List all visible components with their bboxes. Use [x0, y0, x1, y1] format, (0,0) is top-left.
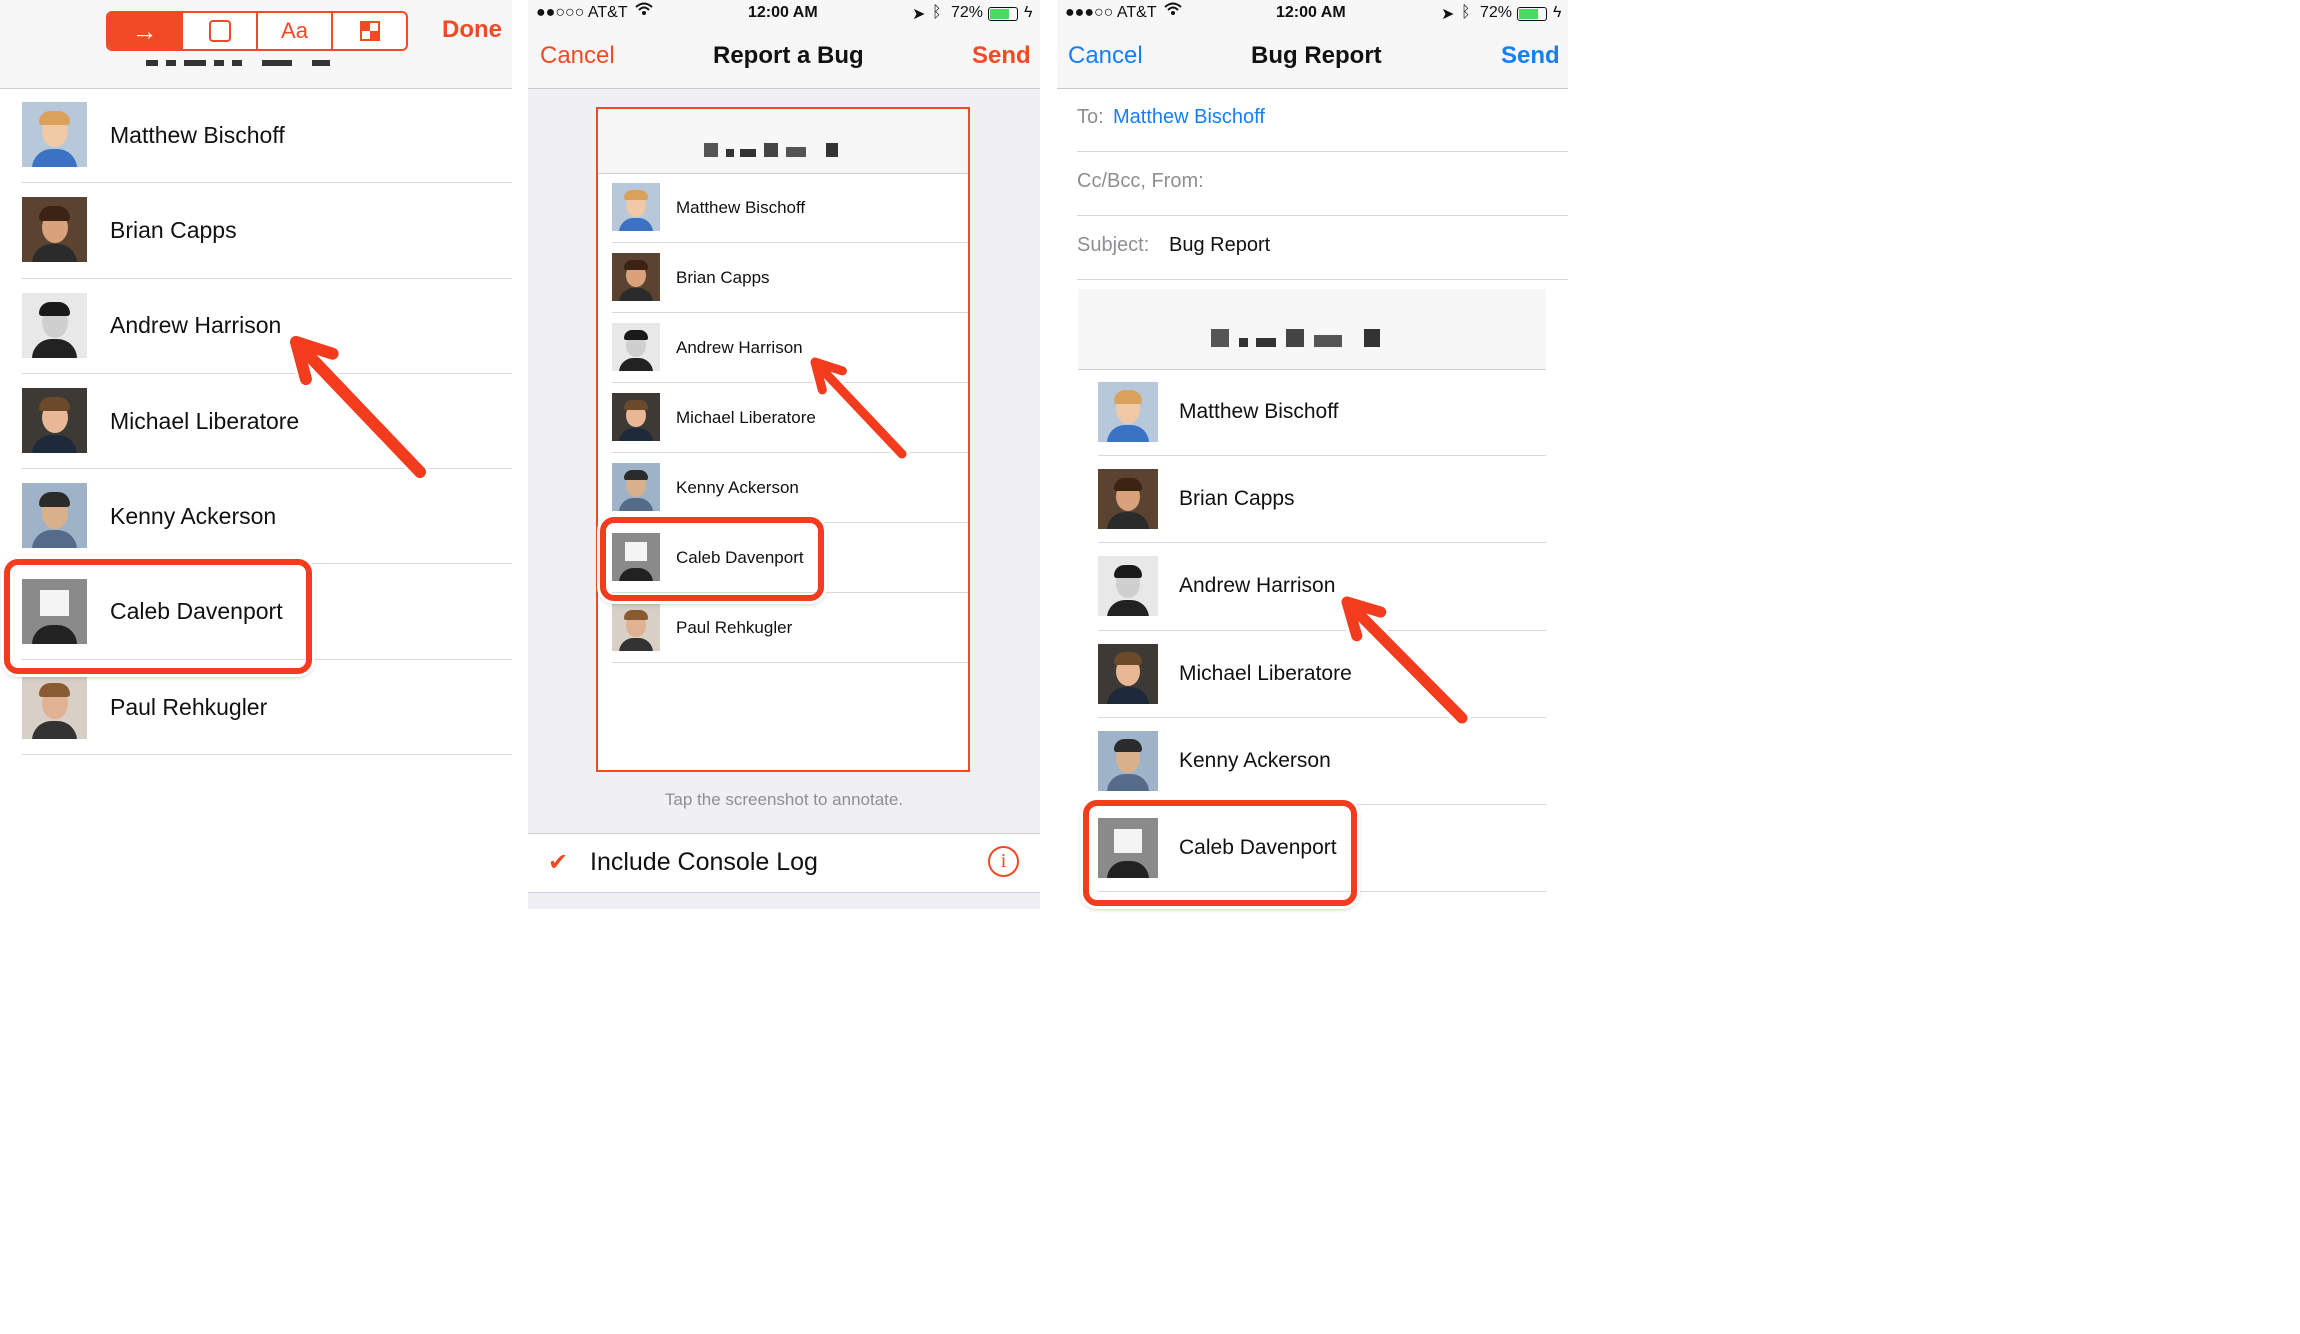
rounded-square-icon[interactable] [183, 13, 258, 49]
cancel-button[interactable]: Cancel [1068, 42, 1143, 70]
contact-row[interactable]: Matthew Bischoff [598, 173, 968, 243]
avatar-blonde-icon [1098, 382, 1158, 442]
page-title: Report a Bug [713, 42, 864, 69]
arrow-right-icon[interactable]: → [108, 13, 183, 49]
annotation-highlight-box [600, 517, 824, 601]
avatar-outdoor-icon [612, 463, 660, 511]
info-icon[interactable]: i [988, 846, 1019, 877]
pixelate-icon[interactable] [333, 13, 406, 49]
contact-name: Matthew Bischoff [110, 121, 285, 148]
contact-name: Paul Rehkugler [110, 693, 268, 720]
avatar-outdoor-icon [1098, 730, 1158, 791]
avatar-brown-hair-icon [612, 253, 660, 301]
carrier-label: ●●●○○ AT&T [1065, 4, 1157, 21]
contact-row[interactable]: Brian Capps [1078, 456, 1546, 544]
wifi-icon [635, 2, 653, 21]
contact-name: Matthew Bischoff [1179, 400, 1339, 423]
send-button[interactable]: Send [972, 42, 1031, 70]
avatar-smiling-icon [22, 387, 87, 453]
mail-compose-panel: ●●●○○ AT&T 12:00 AM ➤ ᛒ 72% ϟ Cancel Bug… [1057, 0, 1568, 909]
to-field[interactable]: Matthew Bischoff [1113, 106, 1265, 129]
pixelated-title [704, 143, 838, 157]
to-label: To: [1077, 106, 1104, 128]
charging-icon: ϟ [1553, 4, 1562, 21]
location-icon: ➤ [912, 6, 926, 23]
battery-percent: 72% [1480, 4, 1513, 21]
contact-row[interactable]: Matthew Bischoff [1078, 369, 1546, 457]
annotation-arrow-icon [1338, 593, 1471, 727]
battery-icon [1517, 7, 1547, 21]
wifi-icon [1164, 2, 1182, 21]
carrier-label: ●●○○○ AT&T [536, 4, 628, 21]
time-label: 12:00 AM [1276, 4, 1346, 21]
avatar-brown-hair-icon [22, 197, 87, 263]
contact-row[interactable]: Paul Rehkugler [598, 593, 968, 663]
row-divider [22, 754, 512, 756]
annotation-tools-segmented-control: → Aa [106, 11, 408, 51]
checkmark-icon: ✔ [548, 849, 569, 876]
contact-row[interactable]: Matthew Bischoff [0, 88, 512, 184]
contact-row[interactable]: Brian Capps [598, 243, 968, 313]
contact-name: Brian Capps [1179, 487, 1295, 511]
subject-label: Subject: [1077, 234, 1150, 256]
status-bar: ●●●○○ AT&T 12:00 AM ➤ ᛒ 72% ϟ [1057, 0, 1568, 26]
pixelated-title [146, 60, 330, 66]
bluetooth-icon: ᛒ [932, 4, 942, 21]
battery-icon [988, 7, 1018, 21]
cancel-button[interactable]: Cancel [540, 42, 615, 70]
avatar-smiling-icon [612, 393, 660, 441]
text-icon[interactable]: Aa [258, 13, 333, 49]
contact-row[interactable]: Brian Capps [0, 183, 512, 279]
bluetooth-icon: ᛒ [1461, 4, 1471, 21]
pixelated-title [1211, 329, 1380, 347]
contact-name: Kenny Ackerson [110, 503, 277, 530]
time-label: 12:00 AM [748, 4, 818, 21]
contact-name: Paul Rehkugler [676, 617, 793, 637]
contact-row[interactable]: Paul Rehkugler [0, 660, 512, 756]
avatar-bw-portrait-icon [612, 323, 660, 371]
annotation-highlight-box [1083, 800, 1357, 906]
avatar-bw-portrait-icon [1098, 556, 1158, 617]
console-log-row[interactable]: ✔ Include Console Log i [528, 833, 1040, 893]
avatar-blonde-icon [612, 183, 660, 231]
contact-name: Matthew Bischoff [676, 197, 806, 217]
row-divider [612, 662, 968, 663]
avatar-bw-portrait-icon [22, 292, 87, 358]
avatar-brown-hair-icon [1098, 469, 1158, 530]
avatar-blonde-icon [22, 102, 87, 167]
battery-percent: 72% [951, 4, 984, 21]
annotate-hint: Tap the screenshot to annotate. [664, 790, 904, 809]
subject-field[interactable]: Bug Report [1169, 234, 1270, 257]
avatar-bearded-icon [612, 603, 660, 651]
avatar-bearded-icon [22, 673, 87, 739]
charging-icon: ϟ [1024, 4, 1033, 21]
contact-name: Brian Capps [110, 217, 237, 244]
annotation-highlight-box [4, 559, 312, 674]
send-button[interactable]: Send [1501, 42, 1560, 70]
status-bar: ●●○○○ AT&T 12:00 AM ➤ ᛒ 72% ϟ [528, 0, 1040, 26]
annotation-arrow-icon [287, 333, 429, 481]
avatar-smiling-icon [1098, 643, 1158, 704]
page-title: Bug Report [1251, 42, 1382, 69]
done-button[interactable]: Done [442, 16, 502, 44]
annotation-arrow-icon [807, 354, 910, 462]
cc-bcc-from-field[interactable]: Cc/Bcc, From: [1077, 170, 1204, 193]
avatar-outdoor-icon [22, 483, 87, 549]
console-log-label: Include Console Log [590, 848, 818, 876]
location-icon: ➤ [1441, 6, 1455, 23]
contact-name: Brian Capps [676, 267, 770, 287]
